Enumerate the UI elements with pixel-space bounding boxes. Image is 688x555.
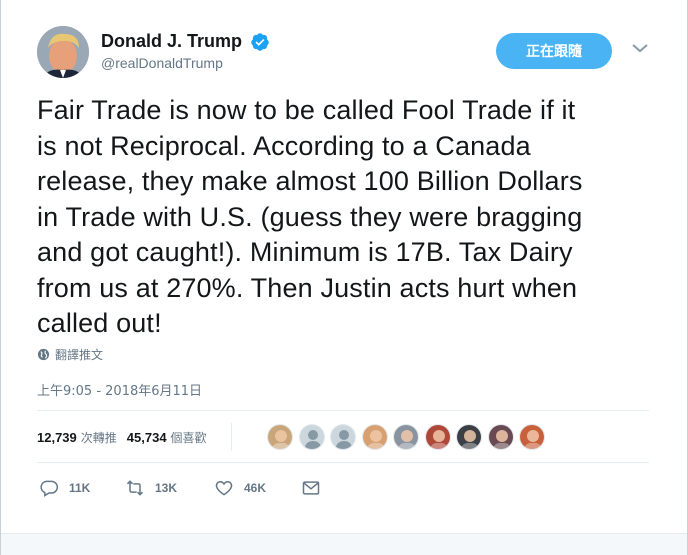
user-handle[interactable]: @realDonaldTrump (101, 55, 270, 71)
like-button[interactable]: 46K (214, 478, 266, 498)
divider (37, 462, 649, 463)
tweet-line: release, they make almost 100 Billion Do… (37, 166, 583, 196)
user-avatar[interactable] (37, 26, 89, 78)
envelope-icon (302, 481, 320, 495)
tweet-timestamp[interactable]: 上午9:05 - 2018年6月11日 (37, 380, 202, 399)
retweets-count[interactable]: 12,739 (37, 430, 77, 445)
retweet-icon (126, 480, 144, 496)
liker-avatar[interactable] (361, 424, 388, 450)
default-avatar-icon[interactable] (330, 424, 356, 450)
chevron-down-icon[interactable] (631, 41, 649, 55)
tweet-line: and got caught!). Minimum is 17B. Tax Da… (37, 237, 573, 267)
avatar-image (37, 26, 89, 78)
liker-avatar[interactable] (424, 424, 451, 450)
reply-button[interactable]: 11K (39, 478, 90, 498)
display-name[interactable]: Donald J. Trump (101, 31, 242, 52)
following-button[interactable]: 正在跟隨 (496, 33, 612, 69)
liker-avatar[interactable] (267, 424, 293, 450)
retweets-label[interactable]: 次轉推 (81, 429, 117, 446)
stats-divider (230, 423, 232, 451)
tweet-header: Donald J. Trump @realDonaldTrump 正在跟隨 (37, 26, 657, 82)
direct-message-button[interactable] (301, 478, 321, 498)
heart-icon (215, 480, 233, 496)
like-count: 46K (244, 481, 267, 495)
default-avatar-icon[interactable] (298, 424, 325, 450)
reply-bar (1, 533, 687, 555)
retweet-button[interactable]: 13K (125, 478, 177, 498)
liker-avatar[interactable] (456, 424, 482, 450)
user-names: Donald J. Trump @realDonaldTrump (101, 31, 270, 71)
liker-avatar[interactable] (487, 424, 514, 450)
retweet-count: 13K (155, 481, 178, 495)
translate-label: 翻譯推文 (55, 348, 104, 362)
tweet-card: Donald J. Trump @realDonaldTrump 正在跟隨 Fa… (0, 0, 688, 555)
likes-label[interactable]: 個喜歡 (171, 429, 207, 446)
tweet-line: Fair Trade is now to be called Fool Trad… (37, 95, 576, 125)
reply-count: 11K (69, 481, 91, 495)
tweet-text: Fair Trade is now to be called Fool Trad… (37, 93, 657, 342)
liker-avatar[interactable] (393, 424, 419, 450)
tweet-line: called out! (37, 308, 162, 338)
globe-icon (37, 348, 50, 361)
tweet-line: from us at 270%. Then Justin acts hurt w… (37, 272, 578, 303)
tweet-line: in Trade with U.S. (guess they were brag… (37, 201, 583, 232)
tweet-line: is not Reciprocal. According to a Canada (37, 130, 531, 161)
divider (37, 410, 649, 411)
liker-avatar[interactable] (519, 424, 545, 450)
tweet-stats: 12,739 次轉推 45,734 個喜歡 (37, 423, 238, 451)
reply-icon (40, 480, 59, 497)
likes-count[interactable]: 45,734 (127, 430, 167, 445)
translate-tweet-link[interactable]: 翻譯推文 (37, 346, 103, 363)
verified-badge-icon (251, 32, 270, 51)
